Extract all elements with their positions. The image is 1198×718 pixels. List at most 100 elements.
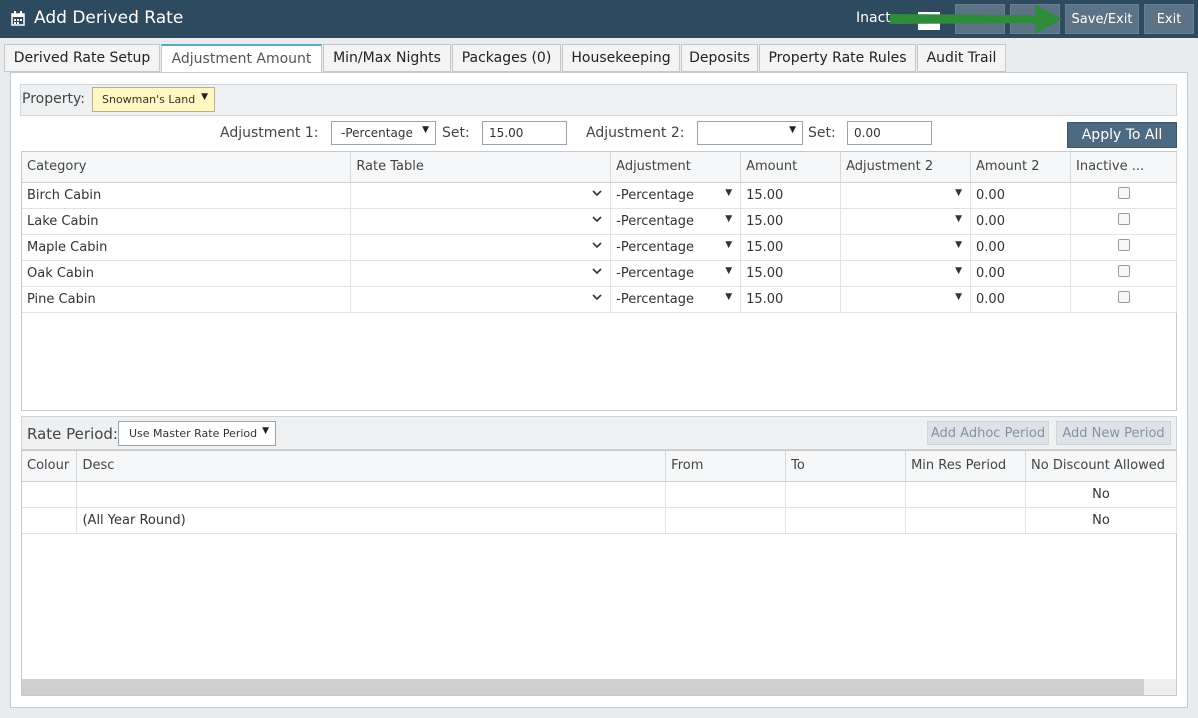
inactive-label: Inact (856, 10, 891, 26)
tab-audit-trail[interactable]: Audit Trail (917, 44, 1006, 72)
chevron-down-icon (592, 241, 602, 248)
caret-down-icon: ▼ (725, 291, 733, 302)
inactive-checkbox[interactable] (1117, 265, 1130, 277)
rate-period-select[interactable]: Use Master Rate Period ▼ (118, 421, 276, 446)
inactive-checkbox[interactable] (1117, 291, 1130, 303)
col-to[interactable]: To (785, 451, 907, 482)
col-desc[interactable]: Desc (76, 451, 667, 482)
amount2-input[interactable]: 0.00 (970, 260, 1071, 287)
tab-packages[interactable]: Packages (0) (452, 44, 561, 72)
amount-input[interactable]: 15.00 (740, 286, 842, 313)
desc-cell (76, 481, 667, 508)
col-adjustment[interactable]: Adjustment (610, 152, 742, 183)
adjustment2-select[interactable]: ▼ (840, 260, 972, 287)
tab-deposits[interactable]: Deposits (681, 44, 758, 72)
caret-down-icon: ▼ (725, 265, 733, 276)
col-amount[interactable]: Amount (740, 152, 842, 183)
col-adjustment2[interactable]: Adjustment 2 (840, 152, 972, 183)
col-category[interactable]: Category (22, 152, 352, 183)
colour-cell (22, 481, 78, 508)
tab-housekeeping[interactable]: Housekeeping (562, 44, 680, 72)
table-row[interactable]: Lake Cabin -Percentage ▼ 15.00 ▼ 0.00 (22, 208, 1177, 235)
col-from[interactable]: From (665, 451, 787, 482)
chevron-down-icon (592, 267, 602, 274)
amount2-input[interactable]: 0.00 (970, 286, 1071, 313)
col-colour[interactable]: Colour (22, 451, 78, 482)
caret-down-icon: ▼ (201, 92, 208, 102)
add-new-period-button[interactable]: Add New Period (1056, 421, 1171, 445)
adjustment2-select[interactable]: ▼ (840, 234, 972, 261)
min-res-cell (905, 507, 1027, 534)
periods-grid: Colour Desc From To Min Res Period No Di… (21, 450, 1177, 696)
set1-input[interactable]: 15.00 (482, 121, 567, 145)
amount-input[interactable]: 15.00 (740, 182, 842, 209)
inactive-checkbox[interactable] (1117, 187, 1130, 199)
table-row[interactable]: Maple Cabin -Percentage ▼ 15.00 ▼ 0.00 (22, 234, 1177, 261)
table-row[interactable]: Birch Cabin -Percentage ▼ 15.00 ▼ 0.00 (22, 182, 1177, 209)
scrollbar-track[interactable] (1144, 679, 1176, 695)
adjustment-select[interactable]: -Percentage ▼ (610, 208, 742, 235)
table-row[interactable]: No (22, 481, 1177, 508)
calendar-icon (11, 11, 25, 26)
add-adhoc-period-button[interactable]: Add Adhoc Period (927, 421, 1049, 445)
adjustment-select[interactable]: -Percentage ▼ (610, 182, 742, 209)
no-discount-cell: No (1025, 481, 1177, 508)
amount-input[interactable]: 15.00 (740, 234, 842, 261)
set2-label: Set: (808, 125, 836, 141)
categories-table: Category Rate Table Adjustment Amount Ad… (22, 152, 1177, 313)
title-bar: Add Derived Rate Inact Save/Exit Exit (0, 0, 1198, 38)
periods-table: Colour Desc From To Min Res Period No Di… (22, 451, 1177, 534)
property-label: Property: (22, 91, 85, 107)
category-cell: Birch Cabin (22, 182, 352, 209)
rate-table-select[interactable] (350, 260, 612, 287)
table-row[interactable]: (All Year Round) No (22, 507, 1177, 534)
amount-input[interactable]: 15.00 (740, 208, 842, 235)
col-no-discount-allowed[interactable]: No Discount Allowed (1025, 451, 1177, 482)
property-select[interactable]: Snowman's Land ▼ (92, 87, 215, 112)
tab-min-max-nights[interactable]: Min/Max Nights (323, 44, 451, 72)
adjustment-select[interactable]: -Percentage ▼ (610, 234, 742, 261)
adjustment1-select[interactable]: -Percentage ▼ (331, 121, 436, 145)
inactive-cell (1070, 208, 1177, 235)
inactive-checkbox[interactable] (1117, 213, 1130, 225)
save-exit-button[interactable]: Save/Exit (1065, 4, 1139, 34)
property-select-value: Snowman's Land (102, 93, 196, 106)
col-inactive[interactable]: Inactive ... (1070, 152, 1177, 183)
amount2-input[interactable]: 0.00 (970, 208, 1071, 235)
caret-down-icon: ▼ (725, 213, 733, 224)
rate-table-select[interactable] (350, 234, 612, 261)
inactive-checkbox[interactable] (1117, 239, 1130, 251)
inactive-cell (1070, 260, 1177, 287)
category-cell: Oak Cabin (22, 260, 352, 287)
exit-button[interactable]: Exit (1144, 4, 1194, 34)
caret-down-icon: ▼ (725, 187, 733, 198)
apply-to-all-button[interactable]: Apply To All (1067, 122, 1177, 148)
col-amount2[interactable]: Amount 2 (970, 152, 1071, 183)
col-min-res-period[interactable]: Min Res Period (905, 451, 1027, 482)
adjustment2-select[interactable]: ▼ (840, 286, 972, 313)
col-rate-table[interactable]: Rate Table (350, 152, 612, 183)
rate-period-label: Rate Period: (27, 425, 118, 443)
rate-table-select[interactable] (350, 208, 612, 235)
adjustment-select[interactable]: -Percentage ▼ (610, 286, 742, 313)
table-row[interactable]: Pine Cabin -Percentage ▼ 15.00 ▼ 0.00 (22, 286, 1177, 313)
set2-input[interactable]: 0.00 (847, 121, 932, 145)
rate-table-select[interactable] (350, 182, 612, 209)
table-row[interactable]: Oak Cabin -Percentage ▼ 15.00 ▼ 0.00 (22, 260, 1177, 287)
adjustment-value: -Percentage (616, 213, 694, 229)
tab-adjustment-amount[interactable]: Adjustment Amount (161, 44, 322, 73)
adjustment2-select[interactable]: ▼ (840, 182, 972, 209)
inactive-cell (1070, 286, 1177, 313)
amount2-input[interactable]: 0.00 (970, 182, 1071, 209)
amount2-input[interactable]: 0.00 (970, 234, 1071, 261)
adjustment-select[interactable]: -Percentage ▼ (610, 260, 742, 287)
pointer-arrow-icon (890, 4, 1062, 34)
tab-derived-rate-setup[interactable]: Derived Rate Setup (4, 44, 160, 72)
tab-property-rate-rules[interactable]: Property Rate Rules (759, 44, 916, 72)
horizontal-scrollbar[interactable] (22, 679, 1144, 695)
rate-table-select[interactable] (350, 286, 612, 313)
adjustment2-select[interactable]: ▼ (840, 208, 972, 235)
amount-input[interactable]: 15.00 (740, 260, 842, 287)
chevron-down-icon (592, 189, 602, 196)
adjustment2-select[interactable]: ▼ (697, 121, 803, 145)
